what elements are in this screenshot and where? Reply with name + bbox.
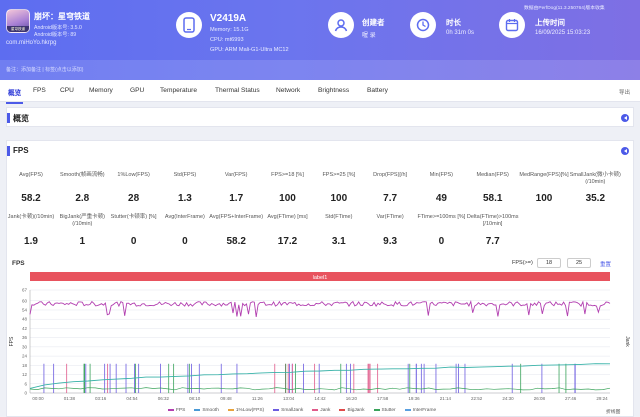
x-tick-label: 21:14 [440,396,452,401]
y-tick-label: 24 [22,354,28,359]
y-tick-label: 48 [22,317,28,322]
legend-swatch [194,408,201,411]
legend-swatch [373,408,380,411]
legend-item[interactable]: Smooth [194,408,219,413]
x-tick-label: 13:04 [283,396,295,401]
y-tick-label: 67 [22,288,28,293]
y2-axis-label: Jank [624,336,630,347]
chart-type-link[interactable]: 折线图 [606,408,620,415]
legend-item[interactable]: InterFrame [404,408,437,413]
x-tick-label: 06:32 [158,396,170,401]
legend-swatch [168,408,174,411]
x-tick-label: 03:16 [95,396,107,401]
fps-chart[interactable]: label1 0 6 12 18 24 30 36 42 48 54 60 67 FPS Jank 00:00… [0,0,640,417]
label-band-text: label1 [313,275,328,281]
legend-item[interactable]: BigJank [339,408,365,413]
x-tick-label: 22:52 [471,396,483,401]
legend-item[interactable]: FPS [168,408,185,413]
x-tick-label: 24:30 [502,396,514,401]
y-tick-label: 18 [22,363,28,368]
legend-label: Jank [320,408,331,413]
y-tick-label: 0 [24,391,27,396]
legend-label: InterFrame [412,408,437,413]
smooth-line [29,363,611,389]
legend-swatch [339,408,346,411]
legend-swatch [312,408,319,411]
legend-label: Stutter [381,408,396,413]
y-axis-label: FPS [9,336,15,346]
legend-label: SmallJank [281,408,304,413]
legend-label: FPS [176,408,186,413]
x-tick-label: 08:10 [189,396,201,401]
legend-item[interactable]: SmallJank [273,408,303,413]
y-tick-label: 12 [22,372,28,377]
x-tick-label: 01:38 [64,396,76,401]
legend-label: 1%Low(FPS) [235,408,265,413]
x-tick-label: 17:58 [377,396,389,401]
x-tick-label: 00:00 [32,396,44,401]
y-tick-label: 6 [24,381,27,386]
chart-legend: FPS Smooth 1%Low(FPS) SmallJank Jank BigJank S… [168,408,445,413]
legend-item[interactable]: Stutter [373,408,396,413]
x-tick-label: 09:48 [220,396,232,401]
legend-swatch [227,408,234,411]
fps-line [29,300,611,317]
x-tick-label: 27:46 [565,396,577,401]
legend-swatch [273,408,280,411]
y-tick-label: 42 [22,326,28,331]
low-baseline-line [29,387,611,391]
legend-swatch [404,408,411,411]
legend-item[interactable]: 1%Low(FPS) [227,408,265,413]
legend-label: BigJank [347,408,365,413]
x-tick-label: 04:54 [126,396,138,401]
y-tick-label: 36 [22,335,28,340]
legend-label: Smooth [202,408,219,413]
y-tick-label: 60 [22,298,28,303]
x-tick-label: 19:36 [408,396,420,401]
y-tick-label: 54 [22,307,28,312]
y-tick-label: 30 [22,344,28,349]
legend-item[interactable]: Jank [312,408,330,413]
x-tick-label: 14:42 [314,396,326,401]
x-tick-label: 26:08 [534,396,546,401]
x-tick-label: 16:20 [346,396,358,401]
x-tick-label: 11:26 [252,396,263,401]
x-tick-label: 29:24 [596,396,608,401]
